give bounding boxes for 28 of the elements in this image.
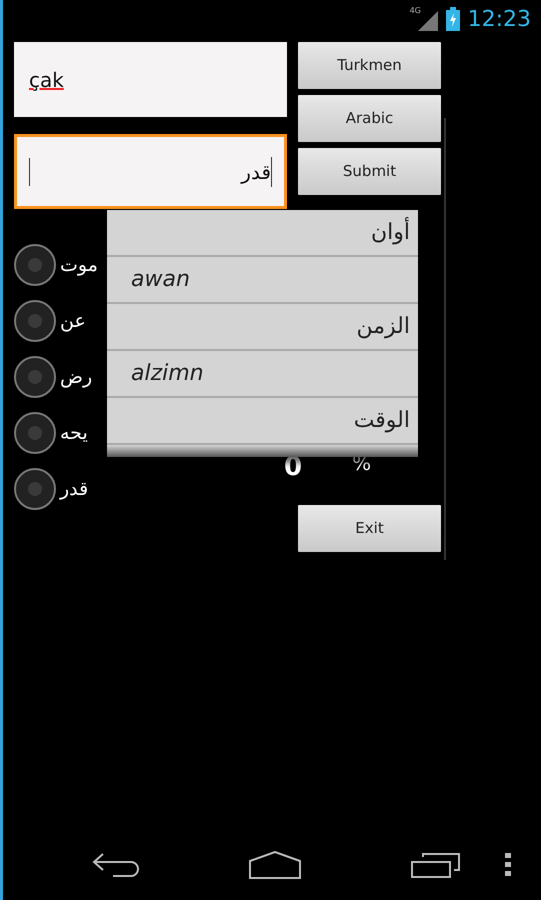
language-button[interactable]: Arabic [298, 95, 441, 142]
home-icon[interactable] [249, 851, 301, 879]
option-label: قدر [60, 476, 88, 502]
option-label: يحه [60, 420, 88, 446]
back-icon[interactable] [91, 852, 139, 878]
radio-button[interactable] [14, 356, 56, 398]
option-label: رض [60, 364, 92, 390]
menu-icon[interactable] [505, 853, 511, 877]
suggestion-item[interactable]: أوان [107, 210, 418, 257]
text-field[interactable]: قدر [14, 134, 287, 209]
radio-button[interactable] [14, 468, 56, 510]
radio-button[interactable] [14, 412, 56, 454]
option-label: عن [60, 308, 86, 334]
language-button[interactable]: Submit [298, 148, 441, 195]
network-type: 4G [410, 5, 421, 17]
exit-button[interactable]: Exit [298, 505, 441, 552]
radio-button[interactable] [14, 244, 56, 286]
option-label: موت [60, 252, 98, 278]
battery-icon [446, 7, 460, 31]
score-value: 0 [284, 451, 302, 484]
clock: 12:23 [468, 6, 531, 34]
suggestion-item[interactable]: awan [107, 257, 418, 304]
radio-button[interactable] [14, 300, 56, 342]
recent-apps-icon[interactable] [411, 852, 461, 878]
language-button[interactable]: Turkmen [298, 42, 441, 89]
suggestion-item[interactable]: alzimn [107, 351, 418, 398]
suggestion-item[interactable]: الزمن [107, 304, 418, 351]
text-field[interactable]: çak [14, 42, 287, 117]
